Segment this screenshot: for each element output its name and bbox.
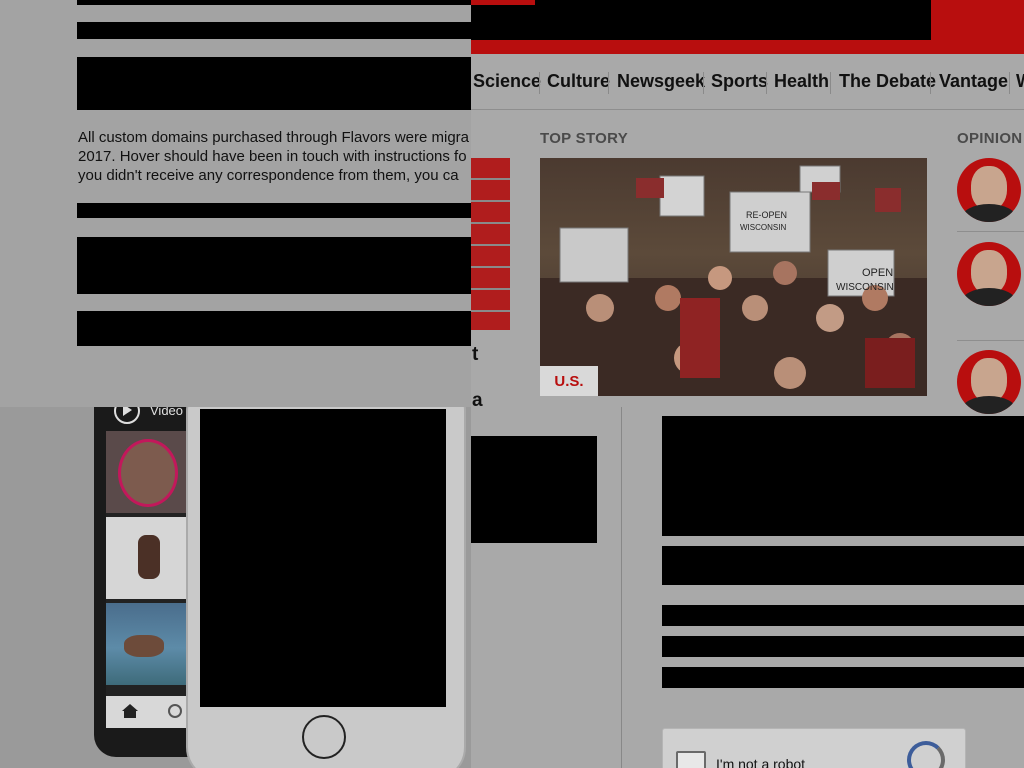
migration-message: All custom domains purchased through Fla…: [78, 128, 471, 188]
nav-separator: [930, 72, 931, 94]
news-site-background: Science Culture Newsgeek Sports Health T…: [471, 0, 1024, 768]
nav-separator: [539, 72, 540, 94]
opinion-author-avatar[interactable]: [957, 158, 1021, 222]
message-line: 2017. Hover should have been in touch wi…: [78, 148, 467, 165]
nav-separator: [830, 72, 831, 94]
feed-thumbnail[interactable]: [106, 431, 186, 513]
nav-item-the-debate[interactable]: The Debate: [839, 71, 936, 92]
opinion-author-avatar[interactable]: [957, 350, 1021, 414]
nav-item-sports[interactable]: Sports: [711, 71, 768, 92]
phones-promo-image: Video: [0, 407, 471, 768]
nav-separator: [1009, 72, 1010, 94]
redacted-bar: [77, 0, 471, 5]
redacted-input[interactable]: [77, 237, 471, 294]
message-line: All custom domains purchased through Fla…: [78, 129, 470, 146]
video-label: Video: [150, 407, 184, 418]
redacted-block: [662, 546, 1024, 585]
nav-item-culture[interactable]: Culture: [547, 71, 610, 92]
top-story-label: TOP STORY: [540, 130, 629, 147]
recaptcha-label: I'm not a robot: [716, 756, 806, 768]
nav-item-health[interactable]: Health: [774, 71, 829, 92]
opinion-author-avatar[interactable]: [957, 242, 1021, 306]
site-nav: Science Culture Newsgeek Sports Health T…: [471, 55, 1024, 110]
nav-item-newsgeek[interactable]: Newsgeek: [617, 71, 705, 92]
redacted-block: [662, 636, 1024, 657]
recaptcha-widget: I'm not a robot: [662, 728, 966, 768]
redacted-bar: [77, 22, 471, 39]
recaptcha-logo-icon: [907, 741, 945, 768]
svg-text:OPEN: OPEN: [862, 267, 893, 279]
feed-thumbnail[interactable]: [106, 603, 186, 685]
svg-text:WISCONSIN: WISCONSIN: [836, 282, 894, 293]
nav-item-science[interactable]: Science: [473, 71, 541, 92]
search-icon[interactable]: [168, 704, 182, 718]
home-icon[interactable]: [122, 704, 138, 718]
redacted-block: [662, 667, 1024, 688]
headline-fragment[interactable]: t: [472, 344, 478, 366]
top-story-photo[interactable]: OPEN WISCONSIN RE-OPEN WISCONSIN U.S.: [540, 158, 927, 396]
redacted-block: [662, 416, 1024, 536]
side-promo-image[interactable]: [471, 158, 510, 330]
header-accent: [471, 0, 535, 5]
white-phone-screen: [200, 409, 446, 707]
column-divider: [621, 407, 622, 768]
domain-notice-panel: All custom domains purchased through Fla…: [0, 0, 471, 407]
header-redacted-block: [471, 0, 931, 40]
white-phone: [186, 407, 466, 768]
redacted-button[interactable]: [77, 311, 471, 346]
opinion-divider: [957, 340, 1024, 341]
message-line: you didn't receive any correspondence fr…: [78, 167, 459, 184]
ad-redacted-block: [471, 436, 597, 543]
headline-fragment[interactable]: a: [472, 390, 483, 412]
nav-separator: [703, 72, 704, 94]
protest-crowd-illustration: OPEN WISCONSIN RE-OPEN WISCONSIN: [540, 165, 927, 396]
nav-separator: [766, 72, 767, 94]
nav-item-w[interactable]: W: [1016, 71, 1024, 92]
redacted-block: [662, 605, 1024, 626]
feed-thumbnail[interactable]: [106, 517, 186, 599]
home-button[interactable]: [302, 715, 346, 759]
opinion-label: OPINION: [957, 130, 1023, 147]
category-tag-us[interactable]: U.S.: [540, 366, 598, 396]
nav-separator: [608, 72, 609, 94]
svg-text:WISCONSIN: WISCONSIN: [740, 223, 786, 232]
play-icon[interactable]: [114, 407, 140, 424]
svg-text:RE-OPEN: RE-OPEN: [746, 210, 787, 220]
nav-item-vantage[interactable]: Vantage: [939, 71, 1008, 92]
recaptcha-checkbox[interactable]: [676, 751, 706, 768]
opinion-divider: [957, 231, 1024, 232]
redacted-heading: [77, 57, 471, 110]
redacted-bar: [77, 203, 471, 218]
